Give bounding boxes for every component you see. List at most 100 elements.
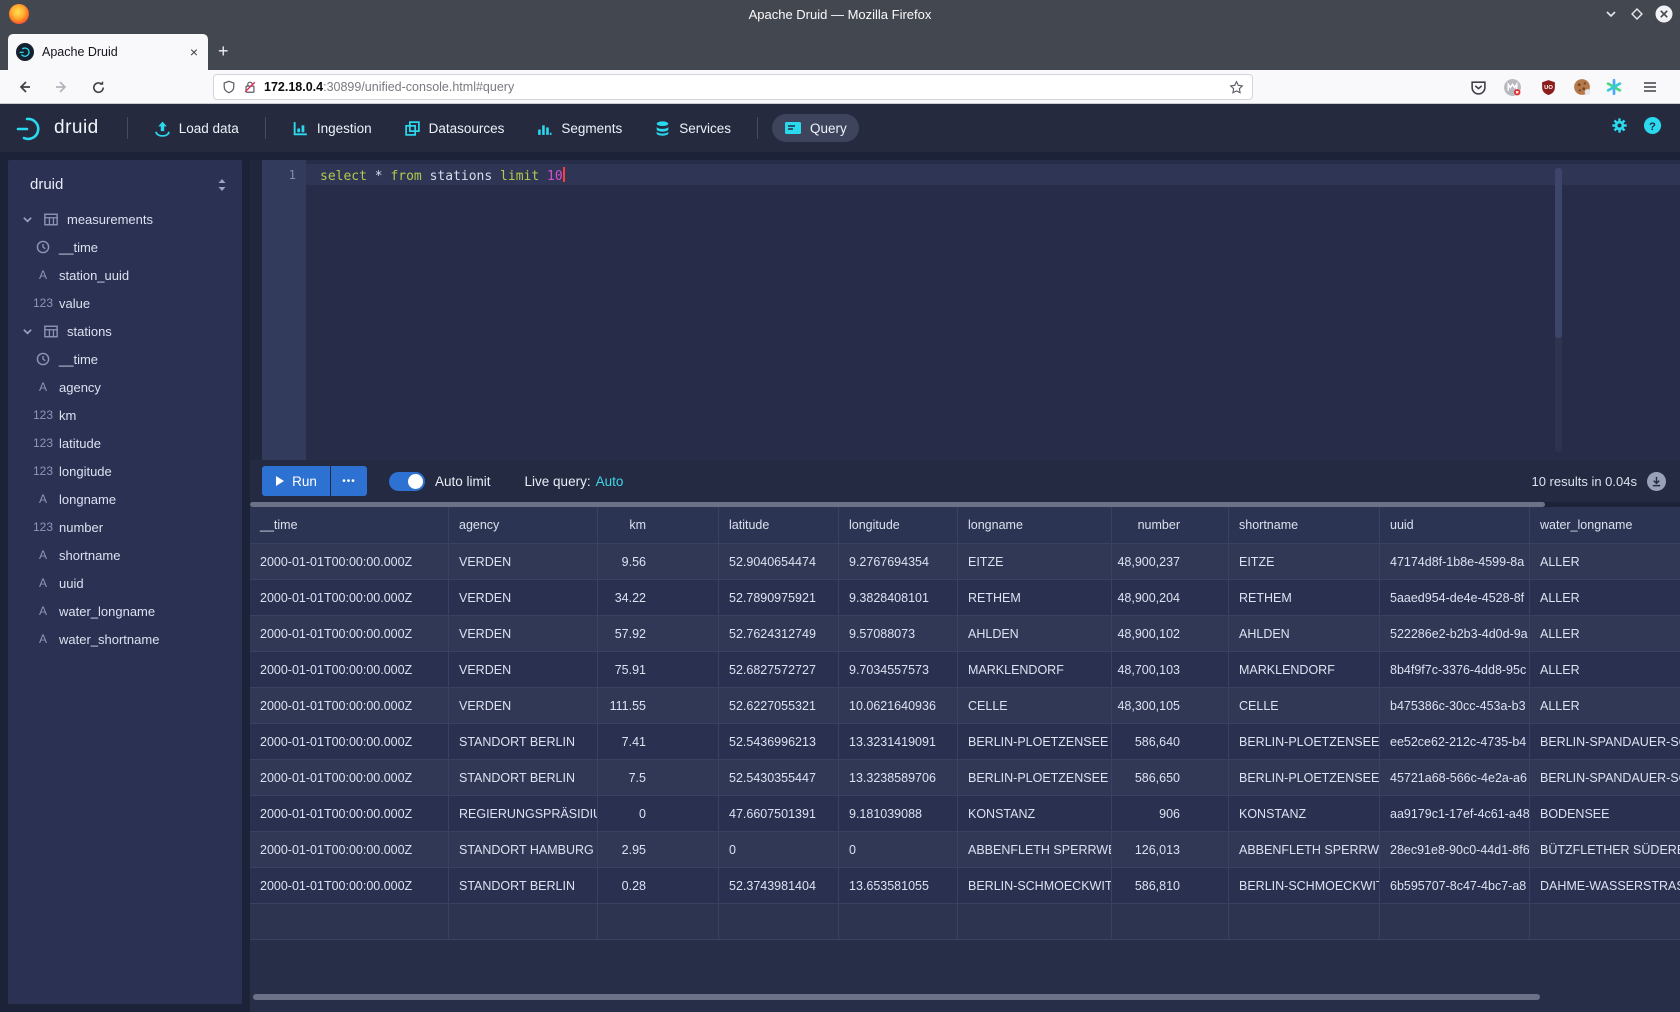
table-cell[interactable]: BERLIN-SCHMOECKWITZ	[1229, 868, 1380, 904]
column-header-longitude[interactable]: longitude	[839, 507, 958, 544]
table-cell[interactable]: MARKLENDORF	[958, 652, 1112, 688]
results-horizontal-scrollbar-bottom[interactable]	[253, 994, 1540, 1000]
sidebar-column-longitude[interactable]: 123longitude	[8, 457, 242, 485]
table-cell[interactable]: 52.6227055321	[719, 688, 839, 724]
table-cell[interactable]: 48,300,105	[1112, 688, 1229, 724]
table-cell[interactable]: 522286e2-b2b3-4d0d-9a	[1380, 616, 1530, 652]
column-header-longname[interactable]: longname	[958, 507, 1112, 544]
table-cell[interactable]: ALLER	[1530, 544, 1680, 580]
scrollbar-thumb[interactable]	[1555, 168, 1562, 338]
table-cell[interactable]: 48,900,102	[1112, 616, 1229, 652]
table-cell[interactable]: ALLER	[1530, 688, 1680, 724]
table-cell[interactable]: 9.57088073	[839, 616, 958, 652]
table-cell[interactable]: BÜTZFLETHER SÜDERELBE	[1530, 832, 1680, 868]
minimize-icon[interactable]	[1600, 3, 1622, 25]
table-cell[interactable]: 126,013	[1112, 832, 1229, 868]
live-query-value[interactable]: Auto	[596, 474, 624, 489]
column-header-agency[interactable]: agency	[449, 507, 598, 544]
sidebar-column-water_shortname[interactable]: Awater_shortname	[8, 625, 242, 653]
table-cell[interactable]: 48,700,103	[1112, 652, 1229, 688]
nav-query[interactable]: Query	[772, 114, 859, 142]
table-cell[interactable]: 9.2767694354	[839, 544, 958, 580]
table-cell[interactable]: 906	[1112, 796, 1229, 832]
query-editor[interactable]: 1 select * from stations limit 10	[250, 160, 1680, 460]
sidebar-column-shortname[interactable]: Ashortname	[8, 541, 242, 569]
table-cell[interactable]: 52.9040654474	[719, 544, 839, 580]
table-cell[interactable]: VERDEN	[449, 688, 598, 724]
editor-vertical-scrollbar[interactable]	[1555, 168, 1562, 452]
new-tab-button[interactable]: +	[218, 42, 229, 60]
table-cell[interactable]: 13.3238589706	[839, 760, 958, 796]
table-cell[interactable]: STANDORT HAMBURG	[449, 832, 598, 868]
table-cell[interactable]: KONSTANZ	[958, 796, 1112, 832]
table-cell[interactable]: VERDEN	[449, 544, 598, 580]
table-cell[interactable]: 2000-01-01T00:00:00.000Z	[250, 832, 449, 868]
table-cell[interactable]: 7.41	[598, 724, 719, 760]
nav-ingestion[interactable]: Ingestion	[280, 114, 384, 143]
table-cell[interactable]: 45721a68-566c-4e2a-a6	[1380, 760, 1530, 796]
table-cell[interactable]: MARKLENDORF	[1229, 652, 1380, 688]
settings-gear-icon[interactable]	[1610, 116, 1629, 140]
browser-tab[interactable]: Apache Druid ×	[8, 34, 208, 70]
ublock-icon[interactable]: UO	[1538, 77, 1558, 97]
table-cell[interactable]: 28ec91e8-90c0-44d1-8f6	[1380, 832, 1530, 868]
cookie-extension-icon[interactable]	[1572, 77, 1592, 97]
table-cell[interactable]: 47.6607501391	[719, 796, 839, 832]
chevron-down-icon[interactable]	[22, 214, 36, 225]
maximize-icon[interactable]	[1626, 3, 1648, 25]
bookmark-star-icon[interactable]	[1229, 80, 1244, 95]
nav-load-data[interactable]: Load data	[142, 114, 251, 143]
table-cell[interactable]: CELLE	[958, 688, 1112, 724]
reload-icon[interactable]	[86, 75, 110, 99]
table-cell[interactable]: 7.5	[598, 760, 719, 796]
sidebar-column-number[interactable]: 123number	[8, 513, 242, 541]
column-header-__time[interactable]: __time	[250, 507, 449, 544]
table-cell[interactable]: 13.3231419091	[839, 724, 958, 760]
table-cell[interactable]: 2000-01-01T00:00:00.000Z	[250, 760, 449, 796]
table-cell[interactable]: 0.28	[598, 868, 719, 904]
sidebar-column-agency[interactable]: Aagency	[8, 373, 242, 401]
table-cell[interactable]: STANDORT BERLIN	[449, 868, 598, 904]
schema-selector[interactable]: druid	[8, 160, 242, 205]
table-cell[interactable]: 52.6827572727	[719, 652, 839, 688]
druid-logo[interactable]: druid	[0, 114, 117, 142]
table-cell[interactable]: 2000-01-01T00:00:00.000Z	[250, 544, 449, 580]
table-cell[interactable]: 2000-01-01T00:00:00.000Z	[250, 796, 449, 832]
sidebar-column-__time[interactable]: __time	[8, 233, 242, 261]
auto-limit-toggle[interactable]	[389, 472, 425, 491]
table-cell[interactable]: EITZE	[958, 544, 1112, 580]
table-cell[interactable]: ALLER	[1530, 616, 1680, 652]
table-cell[interactable]: 52.5436996213	[719, 724, 839, 760]
nav-segments[interactable]: Segments	[524, 114, 634, 143]
table-cell[interactable]: aa9179c1-17ef-4c61-a48	[1380, 796, 1530, 832]
table-cell[interactable]: BERLIN-PLOETZENSEE C	[1229, 724, 1380, 760]
table-cell[interactable]: 34.22	[598, 580, 719, 616]
column-header-uuid[interactable]: uuid	[1380, 507, 1530, 544]
table-cell[interactable]: 2000-01-01T00:00:00.000Z	[250, 616, 449, 652]
column-header-km[interactable]: km	[598, 507, 719, 544]
run-button[interactable]: Run	[262, 466, 330, 496]
menu-hamburger-icon[interactable]	[1640, 77, 1660, 97]
table-cell[interactable]: BERLIN-PLOETZENSEE C	[958, 724, 1112, 760]
table-cell[interactable]: BERLIN-SPANDAUER-SCHIFFAHRTSKANAL	[1530, 724, 1680, 760]
table-cell[interactable]: VERDEN	[449, 580, 598, 616]
table-cell[interactable]: BERLIN-PLOETZENSEE U	[958, 760, 1112, 796]
table-cell[interactable]: 9.181039088	[839, 796, 958, 832]
privacy-badger-icon[interactable]	[1502, 77, 1522, 97]
sidebar-column-uuid[interactable]: Auuid	[8, 569, 242, 597]
table-cell[interactable]: AHLDEN	[1229, 616, 1380, 652]
table-cell[interactable]: BERLIN-SCHMOECKWITZ	[958, 868, 1112, 904]
table-cell[interactable]: AHLDEN	[958, 616, 1112, 652]
table-cell[interactable]: 52.3743981404	[719, 868, 839, 904]
table-cell[interactable]: 9.3828408101	[839, 580, 958, 616]
table-cell[interactable]: 47174d8f-1b8e-4599-8a	[1380, 544, 1530, 580]
table-cell[interactable]: 6b595707-8c47-4bc7-a8	[1380, 868, 1530, 904]
close-icon[interactable]	[1653, 3, 1675, 25]
table-cell[interactable]: REGIERUNGSPRÄSIDIUM	[449, 796, 598, 832]
table-cell[interactable]: ALLER	[1530, 652, 1680, 688]
sidebar-column-km[interactable]: 123km	[8, 401, 242, 429]
url-bar[interactable]: 172.18.0.4:30899/unified-console.html#qu…	[213, 74, 1253, 100]
run-more-button[interactable]: •••	[331, 466, 367, 496]
nav-datasources[interactable]: Datasources	[392, 114, 517, 143]
table-cell[interactable]: 2000-01-01T00:00:00.000Z	[250, 580, 449, 616]
